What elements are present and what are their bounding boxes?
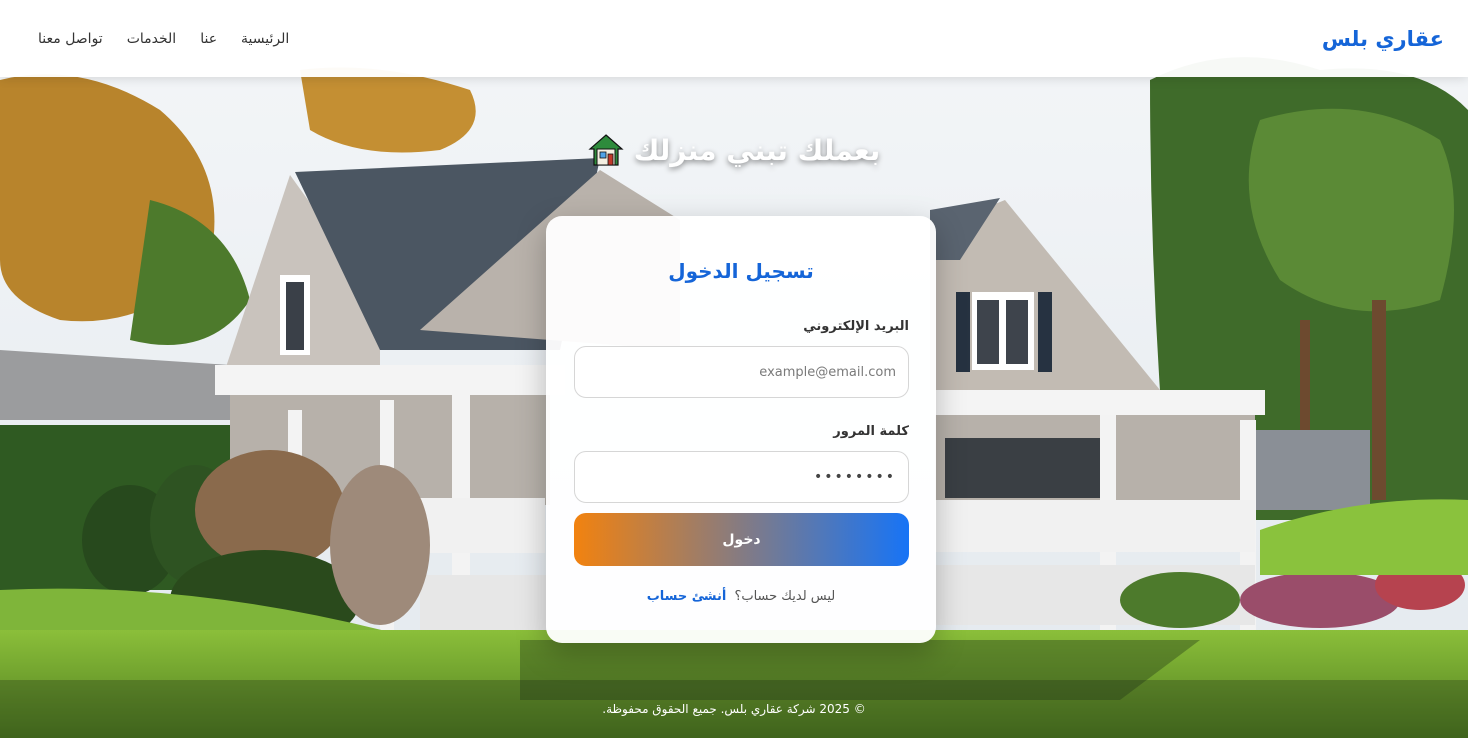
nav-link-contact[interactable]: تواصل معنا bbox=[38, 31, 103, 47]
create-account-link[interactable]: أنشئ حساب bbox=[647, 589, 727, 604]
no-account-text: ليس لديك حساب؟ bbox=[734, 589, 836, 604]
nav-link-home[interactable]: الرئيسية bbox=[241, 31, 289, 47]
login-title: تسجيل الدخول bbox=[668, 259, 814, 283]
hero-title-text: بعملك تبني منزلك bbox=[633, 133, 881, 167]
house-emoji-icon bbox=[588, 134, 624, 166]
top-navbar: عقاري بلس الرئيسية عنا الخدمات تواصل معن… bbox=[0, 0, 1468, 77]
page-footer: © 2025 شركة عقاري بلس. جميع الحقوق محفوظ… bbox=[0, 680, 1468, 738]
login-submit-button[interactable]: دخول bbox=[574, 513, 909, 566]
password-field[interactable]: •••••••• bbox=[574, 451, 909, 503]
nav-link-about[interactable]: عنا bbox=[200, 31, 217, 47]
main-nav: الرئيسية عنا الخدمات تواصل معنا bbox=[38, 31, 289, 47]
password-label: كلمة المرور bbox=[833, 424, 909, 439]
email-label: البريد الإلكتروني bbox=[803, 319, 909, 334]
signup-prompt: ليس لديك حساب؟ أنشئ حساب bbox=[573, 589, 909, 604]
login-card: تسجيل الدخول البريد الإلكتروني كلمة المر… bbox=[546, 216, 936, 643]
email-field[interactable] bbox=[574, 346, 909, 398]
hero-heading: بعملك تبني منزلك bbox=[0, 132, 1468, 168]
brand-logo[interactable]: عقاري بلس bbox=[1322, 27, 1444, 51]
nav-link-services[interactable]: الخدمات bbox=[127, 31, 177, 47]
password-mask: •••••••• bbox=[813, 469, 896, 485]
copyright-text: © 2025 شركة عقاري بلس. جميع الحقوق محفوظ… bbox=[602, 702, 866, 716]
